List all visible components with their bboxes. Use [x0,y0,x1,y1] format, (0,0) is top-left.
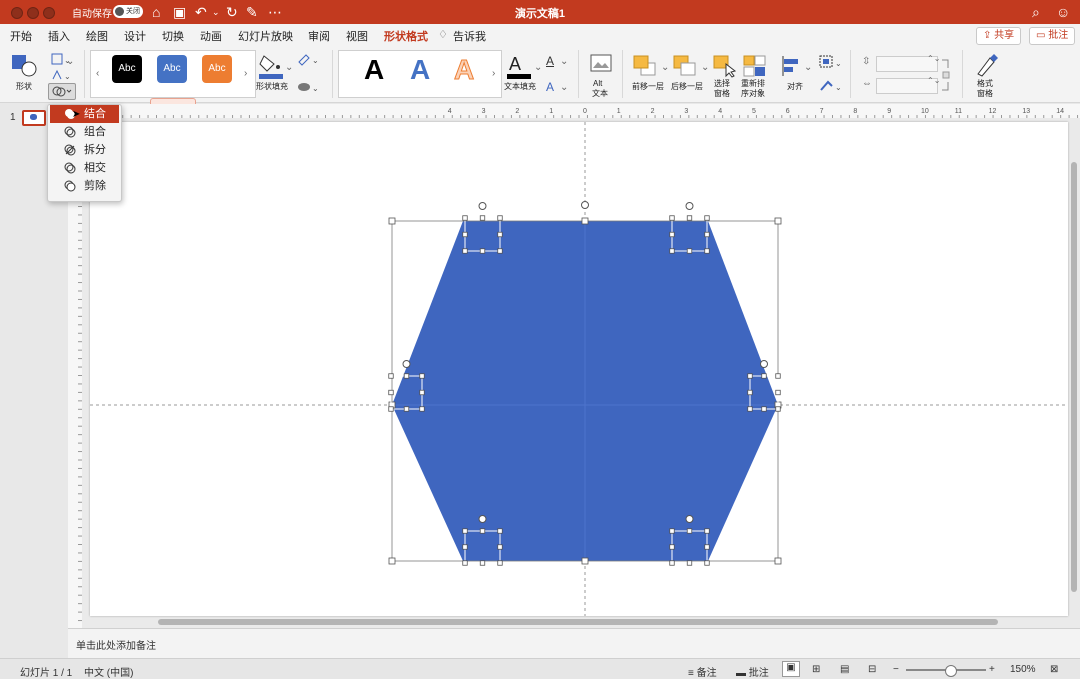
menu-item-union[interactable]: 结合 ➤ [50,105,119,123]
notes-pane[interactable]: 单击此处添加备注 [68,628,1080,659]
resize-handle[interactable] [704,560,710,566]
resize-handle[interactable] [388,406,394,412]
language[interactable]: 中文 (中国) [84,664,133,679]
fragment-icon [64,144,76,156]
rotate-handle[interactable] [402,360,411,368]
rotate-handle[interactable] [685,202,694,210]
resize-handle[interactable] [775,389,781,396]
resize-handle[interactable] [775,373,781,379]
zoom-percent[interactable]: 150% [1010,664,1036,675]
resize-handle[interactable] [462,231,468,238]
resize-handle[interactable] [686,215,693,221]
resize-handle[interactable] [462,544,468,550]
menu-item-label: 相交 [84,162,106,174]
menu-item-label: 结合 [84,108,106,120]
resize-handle[interactable] [686,560,693,566]
intersect-icon [64,162,76,174]
merge-shapes-menu: 结合 ➤ 组合 拆分 相交 剪除 [47,104,122,202]
menu-item-subtract[interactable]: 剪除 [50,177,119,195]
menu-item-label: 剪除 [84,180,106,192]
resize-handle[interactable] [775,406,781,412]
resize-handle[interactable] [669,528,675,534]
resize-handle[interactable] [403,406,410,412]
menu-item-combine[interactable]: 组合 [50,123,119,141]
slideshow-icon[interactable]: ⊟ [868,664,876,675]
notes-placeholder: 单击此处添加备注 [76,641,156,652]
resize-handle[interactable] [669,560,675,566]
resize-handle[interactable] [747,389,753,396]
resize-handle[interactable] [581,217,589,225]
zoom-slider-thumb[interactable] [945,665,957,677]
status-bar: 幻灯片 1 / 1 中文 (中国) ≡ 备注 ▬ 批注 ▣ ⊞ ▤ ⊟ − + … [0,658,1080,679]
reading-view-icon[interactable]: ▤ [840,664,849,675]
resize-handle[interactable] [704,544,710,550]
slide-sorter-icon[interactable]: ⊞ [812,664,820,675]
subtract-icon [64,180,76,192]
comments-status-button[interactable]: ▬ 批注 [736,664,769,679]
fit-to-window-icon[interactable]: ⊠ [1050,664,1058,675]
vertical-scrollbar[interactable] [1071,162,1077,592]
resize-handle[interactable] [774,557,782,565]
menu-item-label: 组合 [84,126,106,138]
horizontal-scrollbar[interactable] [158,619,998,625]
combine-icon [64,126,76,138]
comments-status-label: 批注 [748,668,769,679]
resize-handle[interactable] [419,373,425,379]
resize-handle[interactable] [462,248,468,254]
resize-handle[interactable] [686,528,693,534]
resize-handle[interactable] [388,373,394,379]
zoom-slider[interactable] [906,665,986,677]
resize-handle[interactable] [403,373,410,379]
notes-button[interactable]: ≡ 备注 [688,664,717,679]
resize-handle[interactable] [479,560,486,566]
resize-handle[interactable] [388,557,396,565]
menu-item-fragment[interactable]: 拆分 [50,141,119,159]
resize-handle[interactable] [419,389,425,396]
resize-handle[interactable] [704,528,710,534]
notes-button-label: 备注 [696,668,717,679]
resize-handle[interactable] [747,406,753,412]
resize-handle[interactable] [462,528,468,534]
resize-handle[interactable] [479,528,486,534]
resize-handle[interactable] [761,373,767,379]
normal-view-icon[interactable]: ▣ [782,661,800,677]
resize-handle[interactable] [462,215,468,221]
resize-handle[interactable] [388,389,394,396]
resize-handle[interactable] [497,560,503,566]
resize-handle[interactable] [704,215,710,221]
resize-handle[interactable] [761,406,767,412]
resize-handle[interactable] [669,231,675,238]
resize-handle[interactable] [497,215,503,221]
resize-handle[interactable] [669,248,675,254]
resize-handle[interactable] [704,248,710,254]
mouse-cursor-icon: ➤ [72,109,81,120]
resize-handle[interactable] [479,248,486,254]
resize-handle[interactable] [669,544,675,550]
resize-handle[interactable] [497,231,503,238]
resize-handle[interactable] [497,544,503,550]
resize-handle[interactable] [704,231,710,238]
rotate-handle[interactable] [478,515,487,523]
menu-item-label: 拆分 [84,144,106,156]
menu-item-intersect[interactable]: 相交 [50,159,119,177]
rotate-handle[interactable] [581,201,589,209]
resize-handle[interactable] [497,528,503,534]
resize-handle[interactable] [747,373,753,379]
zoom-in-icon[interactable]: + [989,664,995,675]
rotate-handle[interactable] [685,515,694,523]
resize-handle[interactable] [479,215,486,221]
resize-handle[interactable] [419,406,425,412]
zoom-out-icon[interactable]: − [893,664,899,675]
resize-handle[interactable] [581,557,589,565]
rotate-handle[interactable] [760,360,768,368]
resize-handle[interactable] [497,248,503,254]
resize-handle[interactable] [669,215,675,221]
resize-handle[interactable] [686,248,693,254]
resize-handle[interactable] [774,217,782,225]
resize-handle[interactable] [462,560,468,566]
slide-info: 幻灯片 1 / 1 [20,668,73,679]
resize-handle[interactable] [388,217,396,225]
rotate-handle[interactable] [478,202,487,210]
shape-layer [90,122,1068,616]
